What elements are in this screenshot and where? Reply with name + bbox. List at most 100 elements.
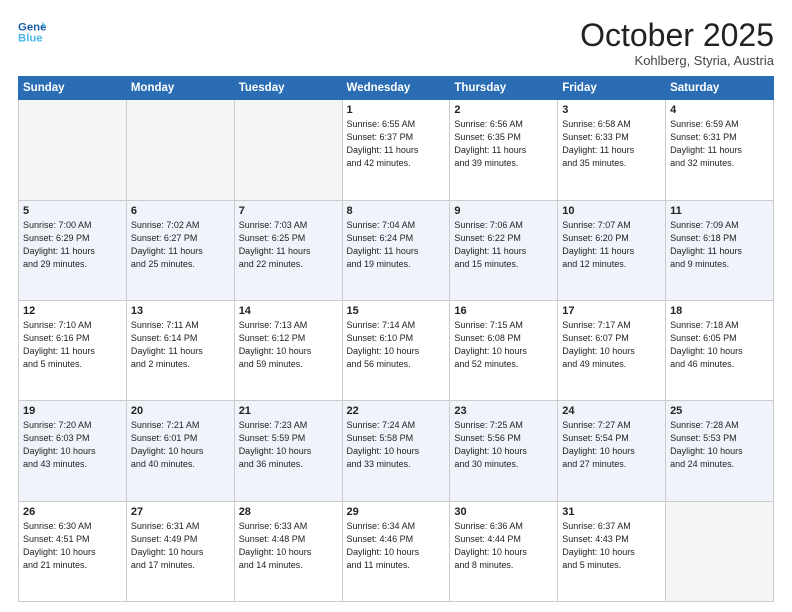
table-row: 3 Sunrise: 6:58 AM Sunset: 6:33 PM Daylig… (558, 100, 666, 200)
table-row: 29Sunrise: 6:34 AM Sunset: 4:46 PM Dayli… (342, 501, 450, 601)
table-row: 5 Sunrise: 7:00 AM Sunset: 6:29 PM Daylig… (19, 200, 127, 300)
day-number: 14 (239, 305, 338, 317)
table-row: 31 Sunrise: 6:37 AM Sunset: 4:43 PM Dayli… (558, 501, 666, 601)
day-number: 9 (454, 205, 553, 217)
col-wednesday: Wednesday (342, 77, 450, 100)
day-info: Sunrise: 7:27 AM Sunset: 5:54 PM Dayligh… (562, 419, 661, 471)
col-tuesday: Tuesday (234, 77, 342, 100)
table-row (234, 100, 342, 200)
calendar-week-row: 1 Sunrise: 6:55 AM Sunset: 6:37 PM Daylig… (19, 100, 774, 200)
calendar-week-row: 19 Sunrise: 7:20 AM Sunset: 6:03 PM Dayli… (19, 401, 774, 501)
day-number: 19 (23, 405, 122, 417)
table-row: 11Sunrise: 7:09 AM Sunset: 6:18 PM Dayli… (666, 200, 774, 300)
calendar-week-row: 5 Sunrise: 7:00 AM Sunset: 6:29 PM Daylig… (19, 200, 774, 300)
col-sunday: Sunday (19, 77, 127, 100)
day-number: 4 (670, 104, 769, 116)
calendar-week-row: 12 Sunrise: 7:10 AM Sunset: 6:16 PM Dayli… (19, 300, 774, 400)
day-info: Sunrise: 6:31 AM Sunset: 4:49 PM Dayligh… (131, 520, 230, 572)
day-info: Sunrise: 6:58 AM Sunset: 6:33 PM Dayligh… (562, 118, 661, 170)
table-row: 18 Sunrise: 7:18 AM Sunset: 6:05 PM Dayli… (666, 300, 774, 400)
day-info: Sunrise: 7:09 AM Sunset: 6:18 PM Dayligh… (670, 219, 769, 271)
table-row: 30 Sunrise: 6:36 AM Sunset: 4:44 PM Dayli… (450, 501, 558, 601)
table-row: 24 Sunrise: 7:27 AM Sunset: 5:54 PM Dayli… (558, 401, 666, 501)
day-info: Sunrise: 7:14 AM Sunset: 6:10 PM Dayligh… (347, 319, 446, 371)
col-thursday: Thursday (450, 77, 558, 100)
day-number: 1 (347, 104, 446, 116)
day-number: 15 (347, 305, 446, 317)
day-number: 8 (347, 205, 446, 217)
day-info: Sunrise: 7:04 AM Sunset: 6:24 PM Dayligh… (347, 219, 446, 271)
day-info: Sunrise: 7:11 AM Sunset: 6:14 PM Dayligh… (131, 319, 230, 371)
day-info: Sunrise: 7:02 AM Sunset: 6:27 PM Dayligh… (131, 219, 230, 271)
day-number: 3 (562, 104, 661, 116)
svg-text:Blue: Blue (18, 33, 43, 45)
day-info: Sunrise: 6:30 AM Sunset: 4:51 PM Dayligh… (23, 520, 122, 572)
col-monday: Monday (126, 77, 234, 100)
day-info: Sunrise: 6:37 AM Sunset: 4:43 PM Dayligh… (562, 520, 661, 572)
day-info: Sunrise: 6:36 AM Sunset: 4:44 PM Dayligh… (454, 520, 553, 572)
table-row: 20 Sunrise: 7:21 AM Sunset: 6:01 PM Dayli… (126, 401, 234, 501)
day-number: 22 (347, 405, 446, 417)
day-info: Sunrise: 7:10 AM Sunset: 6:16 PM Dayligh… (23, 319, 122, 371)
day-info: Sunrise: 7:20 AM Sunset: 6:03 PM Dayligh… (23, 419, 122, 471)
header: General Blue October 2025 Kohlberg, Styr… (18, 18, 774, 68)
day-info: Sunrise: 7:17 AM Sunset: 6:07 PM Dayligh… (562, 319, 661, 371)
day-number: 5 (23, 205, 122, 217)
day-info: Sunrise: 7:21 AM Sunset: 6:01 PM Dayligh… (131, 419, 230, 471)
calendar-week-row: 26 Sunrise: 6:30 AM Sunset: 4:51 PM Dayli… (19, 501, 774, 601)
table-row (666, 501, 774, 601)
table-row: 16 Sunrise: 7:15 AM Sunset: 6:08 PM Dayli… (450, 300, 558, 400)
day-number: 7 (239, 205, 338, 217)
table-row: 21Sunrise: 7:23 AM Sunset: 5:59 PM Dayli… (234, 401, 342, 501)
table-row: 4 Sunrise: 6:59 AM Sunset: 6:31 PM Daylig… (666, 100, 774, 200)
table-row: 13 Sunrise: 7:11 AM Sunset: 6:14 PM Dayli… (126, 300, 234, 400)
day-number: 17 (562, 305, 661, 317)
page: General Blue October 2025 Kohlberg, Styr… (0, 0, 792, 612)
day-number: 26 (23, 506, 122, 518)
day-info: Sunrise: 6:55 AM Sunset: 6:37 PM Dayligh… (347, 118, 446, 170)
day-info: Sunrise: 7:07 AM Sunset: 6:20 PM Dayligh… (562, 219, 661, 271)
day-info: Sunrise: 7:28 AM Sunset: 5:53 PM Dayligh… (670, 419, 769, 471)
day-number: 27 (131, 506, 230, 518)
day-number: 10 (562, 205, 661, 217)
day-info: Sunrise: 7:00 AM Sunset: 6:29 PM Dayligh… (23, 219, 122, 271)
svg-text:General: General (18, 21, 46, 33)
table-row: 12 Sunrise: 7:10 AM Sunset: 6:16 PM Dayli… (19, 300, 127, 400)
day-info: Sunrise: 7:03 AM Sunset: 6:25 PM Dayligh… (239, 219, 338, 271)
day-number: 25 (670, 405, 769, 417)
day-number: 20 (131, 405, 230, 417)
table-row: 17 Sunrise: 7:17 AM Sunset: 6:07 PM Dayli… (558, 300, 666, 400)
day-number: 31 (562, 506, 661, 518)
logo-icon: General Blue (18, 18, 46, 46)
day-number: 6 (131, 205, 230, 217)
table-row: 26 Sunrise: 6:30 AM Sunset: 4:51 PM Dayli… (19, 501, 127, 601)
table-row: 6 Sunrise: 7:02 AM Sunset: 6:27 PM Daylig… (126, 200, 234, 300)
day-number: 23 (454, 405, 553, 417)
day-info: Sunrise: 7:15 AM Sunset: 6:08 PM Dayligh… (454, 319, 553, 371)
day-number: 16 (454, 305, 553, 317)
month-title: October 2025 (580, 18, 774, 53)
logo: General Blue (18, 18, 46, 46)
table-row: 22Sunrise: 7:24 AM Sunset: 5:58 PM Dayli… (342, 401, 450, 501)
table-row: 2Sunrise: 6:56 AM Sunset: 6:35 PM Daylig… (450, 100, 558, 200)
table-row: 19 Sunrise: 7:20 AM Sunset: 6:03 PM Dayli… (19, 401, 127, 501)
table-row: 28Sunrise: 6:33 AM Sunset: 4:48 PM Dayli… (234, 501, 342, 601)
day-info: Sunrise: 6:56 AM Sunset: 6:35 PM Dayligh… (454, 118, 553, 170)
table-row: 25 Sunrise: 7:28 AM Sunset: 5:53 PM Dayli… (666, 401, 774, 501)
day-info: Sunrise: 6:59 AM Sunset: 6:31 PM Dayligh… (670, 118, 769, 170)
day-number: 21 (239, 405, 338, 417)
day-info: Sunrise: 7:13 AM Sunset: 6:12 PM Dayligh… (239, 319, 338, 371)
day-number: 18 (670, 305, 769, 317)
day-info: Sunrise: 7:18 AM Sunset: 6:05 PM Dayligh… (670, 319, 769, 371)
title-block: October 2025 Kohlberg, Styria, Austria (580, 18, 774, 68)
table-row: 27 Sunrise: 6:31 AM Sunset: 4:49 PM Dayli… (126, 501, 234, 601)
day-number: 29 (347, 506, 446, 518)
table-row: 14 Sunrise: 7:13 AM Sunset: 6:12 PM Dayli… (234, 300, 342, 400)
table-row (19, 100, 127, 200)
day-number: 30 (454, 506, 553, 518)
day-number: 24 (562, 405, 661, 417)
table-row (126, 100, 234, 200)
day-number: 12 (23, 305, 122, 317)
day-number: 13 (131, 305, 230, 317)
table-row: 15 Sunrise: 7:14 AM Sunset: 6:10 PM Dayli… (342, 300, 450, 400)
